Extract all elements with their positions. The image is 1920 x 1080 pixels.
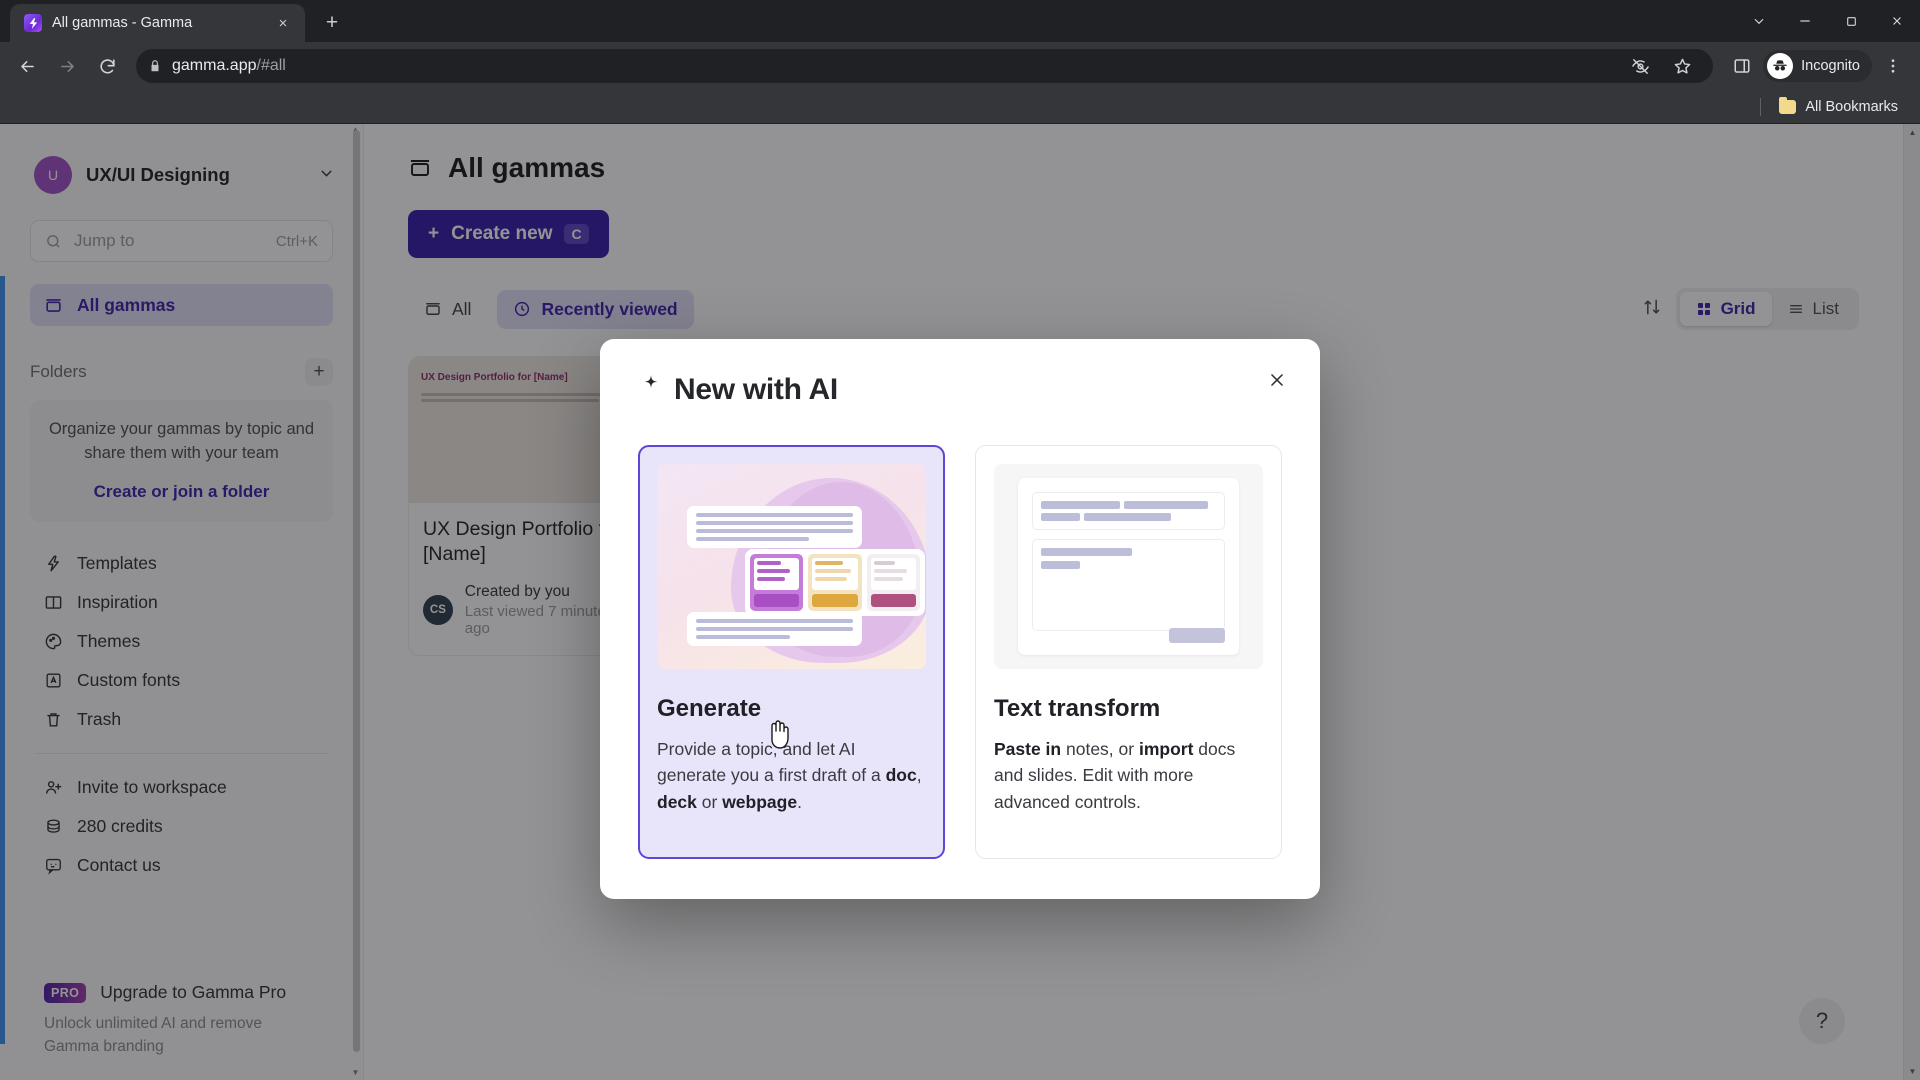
browser-window: All gammas - Gamma × + gamma.app/#all In… bbox=[0, 0, 1920, 1080]
close-icon[interactable] bbox=[1258, 361, 1296, 399]
close-icon[interactable]: × bbox=[271, 11, 295, 35]
new-with-ai-modal: New with AI Generate Provide a topic, an… bbox=[600, 339, 1320, 899]
new-tab-button[interactable]: + bbox=[315, 6, 349, 40]
incognito-avatar-icon bbox=[1767, 53, 1794, 79]
folder-icon bbox=[1779, 96, 1797, 114]
window-controls bbox=[1736, 0, 1920, 42]
tab-title: All gammas - Gamma bbox=[52, 15, 193, 31]
browser-toolbar: gamma.app/#all Incognito bbox=[0, 42, 1920, 90]
browser-tab[interactable]: All gammas - Gamma × bbox=[10, 4, 305, 42]
modal-title: New with AI bbox=[638, 373, 1282, 407]
all-bookmarks-button[interactable]: All Bookmarks bbox=[1771, 96, 1906, 118]
option-generate-title: Generate bbox=[657, 695, 762, 722]
tracking-protection-icon[interactable] bbox=[1621, 47, 1659, 85]
option-text-transform-description: Paste in notes, or import docs and slide… bbox=[994, 739, 1236, 812]
omnibox-actions bbox=[1621, 47, 1701, 85]
mouse-cursor bbox=[766, 720, 792, 755]
sparkle-icon bbox=[638, 373, 664, 407]
profile-label: Incognito bbox=[1801, 58, 1860, 74]
back-icon[interactable] bbox=[8, 47, 46, 85]
gamma-logo-icon bbox=[24, 14, 42, 32]
text-transform-illustration bbox=[994, 464, 1263, 669]
option-text-transform-title: Text transform bbox=[994, 695, 1161, 722]
forward-icon[interactable] bbox=[48, 47, 86, 85]
modal-options: Generate Provide a topic, and let AI gen… bbox=[638, 445, 1282, 859]
url-text: gamma.app/#all bbox=[172, 57, 286, 74]
side-panel-icon[interactable] bbox=[1723, 47, 1761, 85]
tab-search-icon[interactable] bbox=[1736, 0, 1782, 42]
profile-incognito-button[interactable]: Incognito bbox=[1763, 50, 1872, 82]
maximize-icon[interactable] bbox=[1828, 0, 1874, 42]
modal-title-text: New with AI bbox=[674, 373, 838, 406]
generate-illustration-tiles bbox=[745, 549, 925, 616]
bookmarks-bar: All Bookmarks bbox=[0, 90, 1920, 124]
bookmark-star-icon[interactable] bbox=[1663, 47, 1701, 85]
all-bookmarks-label: All Bookmarks bbox=[1805, 98, 1898, 115]
option-generate[interactable]: Generate Provide a topic, and let AI gen… bbox=[638, 445, 945, 859]
lock-icon bbox=[151, 60, 159, 72]
option-text-transform[interactable]: Text transform Paste in notes, or import… bbox=[975, 445, 1282, 859]
address-bar[interactable]: gamma.app/#all bbox=[136, 47, 1714, 85]
window-close-icon[interactable] bbox=[1874, 0, 1920, 42]
reload-icon[interactable] bbox=[88, 47, 126, 85]
illustration-button-shape bbox=[1169, 628, 1225, 643]
web-page: U UX/UI Designing Jump to Ctrl+K All gam… bbox=[0, 124, 1920, 1080]
chrome-menu-icon[interactable] bbox=[1874, 47, 1912, 85]
generate-illustration bbox=[657, 464, 926, 669]
bookmark-divider bbox=[1760, 97, 1762, 116]
tab-strip: All gammas - Gamma × + bbox=[0, 0, 1920, 42]
minimize-icon[interactable] bbox=[1782, 0, 1828, 42]
